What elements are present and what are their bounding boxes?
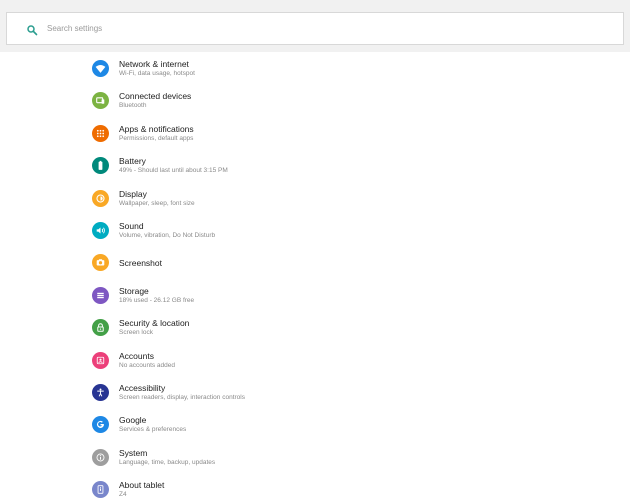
brightness-icon bbox=[92, 189, 109, 207]
settings-item-title: Google bbox=[119, 415, 147, 426]
settings-item-summary: No accounts added bbox=[119, 361, 176, 369]
settings-item-title: Sound bbox=[119, 220, 144, 231]
settings-item-text: Battery 49% - Should last until about 3:1… bbox=[119, 156, 620, 175]
settings-item-summary: Wallpaper, sleep, font size bbox=[119, 199, 195, 207]
settings-item-volume[interactable]: Sound Volume, vibration, Do Not Disturb bbox=[0, 216, 630, 248]
settings-item-title: Accessibility bbox=[119, 382, 166, 393]
settings-item-text: Security & location Screen lock bbox=[119, 318, 620, 337]
settings-item-text: Apps & notifications Permissions, default… bbox=[119, 124, 620, 143]
settings-item-text: System Language, time, backup, updates bbox=[119, 448, 620, 467]
lock-icon bbox=[92, 319, 109, 337]
settings-item-summary: Services & preferences bbox=[119, 426, 187, 434]
settings-item-title: About tablet bbox=[119, 480, 165, 491]
settings-item-text: Screenshot bbox=[119, 258, 620, 268]
storage-icon bbox=[92, 286, 109, 304]
settings-item-account[interactable]: Accounts No accounts added bbox=[0, 346, 630, 378]
settings-item-tablet[interactable]: About tablet Z4 bbox=[0, 475, 630, 502]
settings-item-title: System bbox=[119, 447, 148, 458]
settings-list: Network & internet Wi-Fi, data usage, hot… bbox=[0, 54, 630, 502]
settings-item-summary: Screen lock bbox=[119, 329, 153, 337]
battery-icon bbox=[92, 157, 109, 175]
search-input[interactable]: Search settings bbox=[6, 12, 624, 45]
devices-icon bbox=[92, 92, 109, 110]
settings-item-summary: Z4 bbox=[119, 491, 127, 499]
search-placeholder: Search settings bbox=[47, 24, 103, 33]
settings-item-accessibility[interactable]: Accessibility Screen readers, display, in… bbox=[0, 378, 630, 410]
accessibility-icon bbox=[92, 383, 109, 401]
settings-item-summary: 18% used - 26.12 GB free bbox=[119, 296, 195, 304]
settings-item-devices[interactable]: Connected devices Bluetooth bbox=[0, 86, 630, 118]
camera-icon bbox=[92, 254, 109, 272]
account-icon bbox=[92, 351, 109, 369]
settings-item-wifi[interactable]: Network & internet Wi-Fi, data usage, hot… bbox=[0, 54, 630, 86]
settings-item-title: Accounts bbox=[119, 350, 154, 361]
info-icon bbox=[92, 448, 109, 466]
settings-item-title: Display bbox=[119, 188, 147, 199]
settings-item-title: Storage bbox=[119, 285, 149, 296]
settings-item-summary: Volume, vibration, Do Not Disturb bbox=[119, 231, 216, 239]
wifi-icon bbox=[92, 60, 109, 77]
settings-item-lock[interactable]: Security & location Screen lock bbox=[0, 313, 630, 345]
settings-page: Search settings Network & internet Wi-Fi,… bbox=[0, 0, 630, 502]
settings-item-battery[interactable]: Battery 49% - Should last until about 3:1… bbox=[0, 151, 630, 183]
settings-item-apps[interactable]: Apps & notifications Permissions, default… bbox=[0, 119, 630, 151]
settings-item-storage[interactable]: Storage 18% used - 26.12 GB free bbox=[0, 281, 630, 313]
volume-icon bbox=[92, 221, 109, 239]
settings-item-summary: Permissions, default apps bbox=[119, 134, 194, 142]
tablet-icon bbox=[92, 481, 109, 499]
apps-icon bbox=[92, 124, 109, 142]
settings-item-camera[interactable]: Screenshot bbox=[0, 248, 630, 280]
search-bar-area: Search settings bbox=[0, 0, 630, 52]
settings-item-title: Battery bbox=[119, 156, 146, 167]
settings-item-summary: 49% - Should last until about 3:15 PM bbox=[119, 167, 228, 175]
settings-item-title: Connected devices bbox=[119, 91, 192, 102]
google-icon bbox=[92, 416, 109, 434]
settings-item-title: Network & internet bbox=[119, 59, 189, 69]
settings-item-title: Apps & notifications bbox=[119, 123, 194, 134]
settings-item-title: Screenshot bbox=[119, 258, 162, 269]
settings-item-info[interactable]: System Language, time, backup, updates bbox=[0, 443, 630, 475]
settings-item-brightness[interactable]: Display Wallpaper, sleep, font size bbox=[0, 184, 630, 216]
settings-item-text: Accounts No accounts added bbox=[119, 351, 620, 370]
settings-item-text: Network & internet Wi-Fi, data usage, hot… bbox=[119, 59, 620, 78]
settings-item-summary: Screen readers, display, interaction con… bbox=[119, 393, 245, 401]
settings-item-summary: Bluetooth bbox=[119, 102, 147, 110]
settings-item-text: Sound Volume, vibration, Do Not Disturb bbox=[119, 221, 620, 240]
settings-item-summary: Wi-Fi, data usage, hotspot bbox=[119, 70, 195, 77]
settings-item-text: About tablet Z4 bbox=[119, 480, 620, 499]
settings-item-google[interactable]: Google Services & preferences bbox=[0, 410, 630, 442]
settings-item-text: Connected devices Bluetooth bbox=[119, 91, 620, 110]
settings-item-text: Google Services & preferences bbox=[119, 415, 620, 434]
settings-item-text: Accessibility Screen readers, display, in… bbox=[119, 383, 620, 402]
settings-item-summary: Language, time, backup, updates bbox=[119, 458, 216, 466]
search-icon bbox=[26, 23, 38, 35]
settings-item-text: Display Wallpaper, sleep, font size bbox=[119, 189, 620, 208]
settings-item-title: Security & location bbox=[119, 318, 190, 329]
settings-item-text: Storage 18% used - 26.12 GB free bbox=[119, 286, 620, 305]
